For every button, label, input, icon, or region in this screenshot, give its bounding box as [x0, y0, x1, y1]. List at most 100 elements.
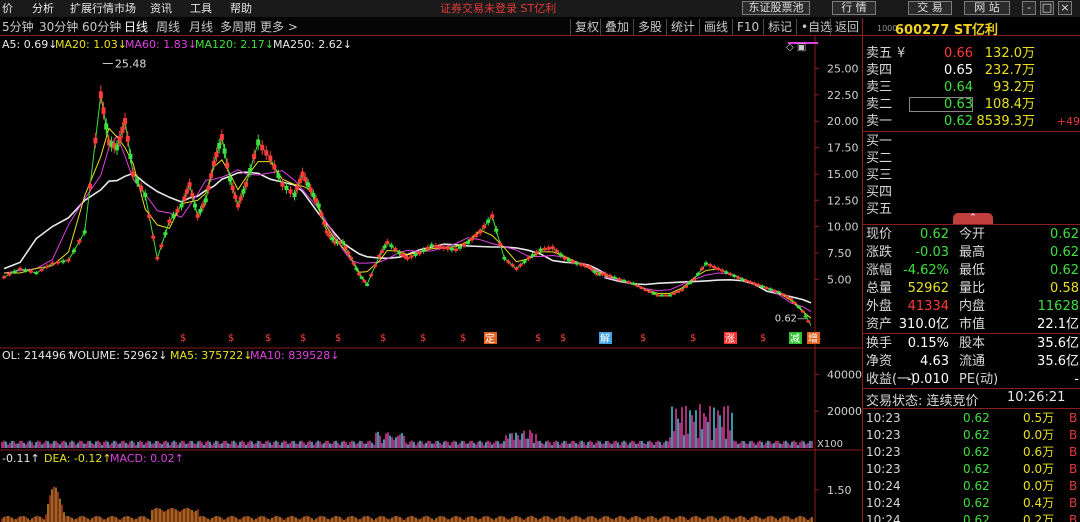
candle-body — [203, 198, 208, 203]
tab-5min[interactable]: 5分钟 — [2, 19, 34, 35]
tab-more[interactable]: 更多 > — [260, 19, 298, 35]
adjust-button[interactable]: 复权 — [570, 19, 599, 35]
candle-body — [405, 257, 410, 260]
candle-body — [562, 257, 567, 260]
tick-direction: B — [1069, 479, 1078, 493]
close-button[interactable]: × — [1058, 1, 1072, 15]
candle-body — [295, 185, 300, 191]
website-button[interactable]: 网 站 — [964, 1, 1010, 15]
candle-body — [373, 264, 378, 267]
stock-header: 1000 600277 ST亿利 — [863, 18, 1080, 38]
order-label: 卖二 — [866, 97, 893, 112]
menu-item-analysis[interactable]: 分析 — [32, 0, 54, 17]
candle-body — [222, 148, 227, 154]
event-marker: $ — [180, 333, 186, 344]
f10-button[interactable]: F10 — [732, 19, 759, 35]
candle-body — [691, 278, 696, 281]
menu-item-help[interactable]: 帮助 — [230, 0, 252, 17]
market-button[interactable]: 行 情 — [832, 1, 876, 15]
stock-pool-button[interactable]: 东证股票池 — [742, 1, 810, 15]
candle-body — [225, 162, 230, 168]
menu-item-tools[interactable]: 工具 — [190, 0, 212, 17]
candle-body — [316, 203, 321, 208]
candle-body — [82, 230, 87, 234]
buy-4-row: 买四 — [863, 184, 1080, 201]
menu-item-info[interactable]: 资讯 — [150, 0, 172, 17]
candle-body — [510, 264, 515, 267]
tab-monthly[interactable]: 月线 — [189, 19, 213, 35]
candle-body — [280, 182, 285, 187]
trade-button[interactable]: 交 易 — [908, 1, 952, 15]
candle-body — [179, 203, 184, 208]
candle-body — [300, 171, 305, 177]
tick-price: 0.62 — [963, 428, 990, 442]
macd-legend: MACD: 0.02↑ — [110, 452, 184, 465]
candle-body — [526, 257, 531, 260]
tick-volume: 0.0万 — [1023, 428, 1055, 442]
order-volume: 8539.3万 — [976, 114, 1036, 129]
collapse-toggle[interactable]: ⌃ — [953, 213, 993, 224]
candle-body — [101, 107, 106, 115]
candle-body — [466, 241, 471, 244]
tick-time: 10:23 — [866, 428, 901, 442]
candle-body — [752, 282, 757, 285]
overlay-button[interactable]: 叠加 — [600, 19, 629, 35]
kline-chart[interactable]: 25.00 22.50 20.00 17.50 15.00 12.50 10.00 7.50 5… — [0, 36, 862, 522]
menu-item-price[interactable]: 价 — [2, 0, 13, 17]
quote-label: 内盘 — [959, 299, 986, 314]
candle-body — [230, 185, 235, 191]
candle-body — [305, 182, 310, 187]
candle-body — [351, 262, 356, 265]
event-marker: $ — [300, 333, 306, 344]
candle-body — [659, 294, 664, 297]
quote-value: 35.6亿 — [1037, 336, 1079, 351]
candle-body — [244, 182, 249, 187]
order-volume: 232.7万 — [984, 63, 1035, 78]
tab-multi-period[interactable]: 多周期 — [220, 19, 256, 35]
order-label: 卖四 — [866, 63, 893, 78]
divider — [863, 224, 1080, 225]
candle-body — [675, 290, 680, 293]
candle-body — [7, 273, 12, 276]
period-toolbar: 5分钟 30分钟 60分钟 日线 周线 月线 多周期 更多 > 复权 叠加 多股… — [0, 18, 862, 36]
statistics-button[interactable]: 统计 — [666, 19, 695, 35]
candle-body — [687, 282, 692, 285]
sell-2-row: 卖二 0.63 108.4万 — [863, 96, 1080, 113]
candle-body — [66, 259, 71, 262]
multi-stock-button[interactable]: 多股 — [633, 19, 662, 35]
minimize-button[interactable]: - — [1022, 1, 1036, 15]
candle-body — [34, 272, 39, 275]
buy-3-row: 买三 — [863, 167, 1080, 184]
candle-body — [308, 187, 313, 192]
divider — [863, 333, 1080, 334]
tick-direction: B — [1069, 462, 1078, 476]
candle-body — [589, 268, 594, 271]
event-marker: $ — [560, 333, 566, 344]
candle-body — [592, 270, 597, 273]
candle-body — [603, 273, 608, 276]
quote-row: 收益(一) -0.010 PE(动) - — [863, 371, 1080, 389]
candle-body — [449, 247, 454, 251]
quote-label: 总量 — [866, 281, 893, 296]
watchlist-button[interactable]: •自选 — [796, 19, 832, 35]
event-marker: $ — [380, 333, 386, 344]
quote-value: 41334 — [907, 299, 949, 314]
tab-60min[interactable]: 60分钟 — [82, 19, 121, 35]
candle-body — [77, 240, 82, 243]
back-button[interactable]: 返回 — [830, 19, 859, 35]
candle-body — [349, 257, 354, 260]
candle-body — [147, 214, 152, 218]
drawing-button[interactable]: 画线 — [699, 19, 728, 35]
candle-body — [780, 293, 785, 296]
tick-price: 0.62 — [963, 513, 990, 522]
quote-value: - — [1074, 372, 1079, 387]
restore-button[interactable]: □ — [1040, 1, 1054, 15]
mark-button[interactable]: 标记 — [763, 19, 792, 35]
menu-item-extended-market[interactable]: 扩展行情市场 — [70, 0, 136, 17]
tab-30min[interactable]: 30分钟 — [39, 19, 78, 35]
tick-direction: B — [1069, 445, 1078, 459]
candle-body — [50, 262, 55, 265]
tab-weekly[interactable]: 周线 — [156, 19, 180, 35]
candle-body — [708, 264, 713, 267]
tab-daily[interactable]: 日线 — [124, 19, 148, 35]
